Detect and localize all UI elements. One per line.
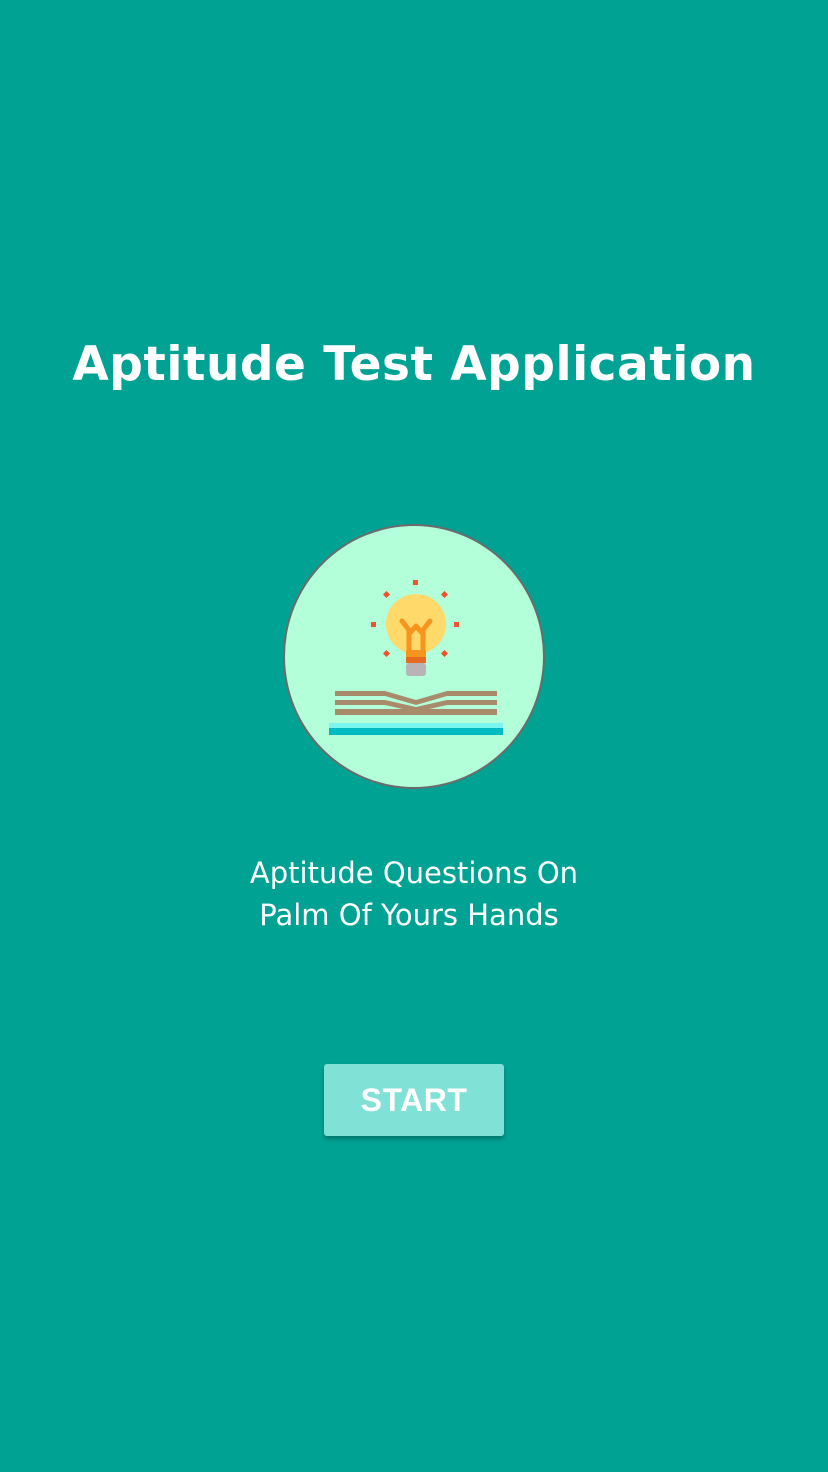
- lightbulb-book-icon: [329, 580, 503, 735]
- tagline-line-1: Aptitude Questions On: [249, 856, 579, 890]
- app-tagline: Aptitude Questions On Palm Of Yours Hand…: [0, 852, 828, 936]
- app-title: Aptitude Test Application: [72, 337, 756, 392]
- app-logo: [283, 524, 545, 789]
- start-button[interactable]: START: [324, 1064, 504, 1136]
- tagline-line-2: Palm Of Yours Hands: [259, 898, 559, 932]
